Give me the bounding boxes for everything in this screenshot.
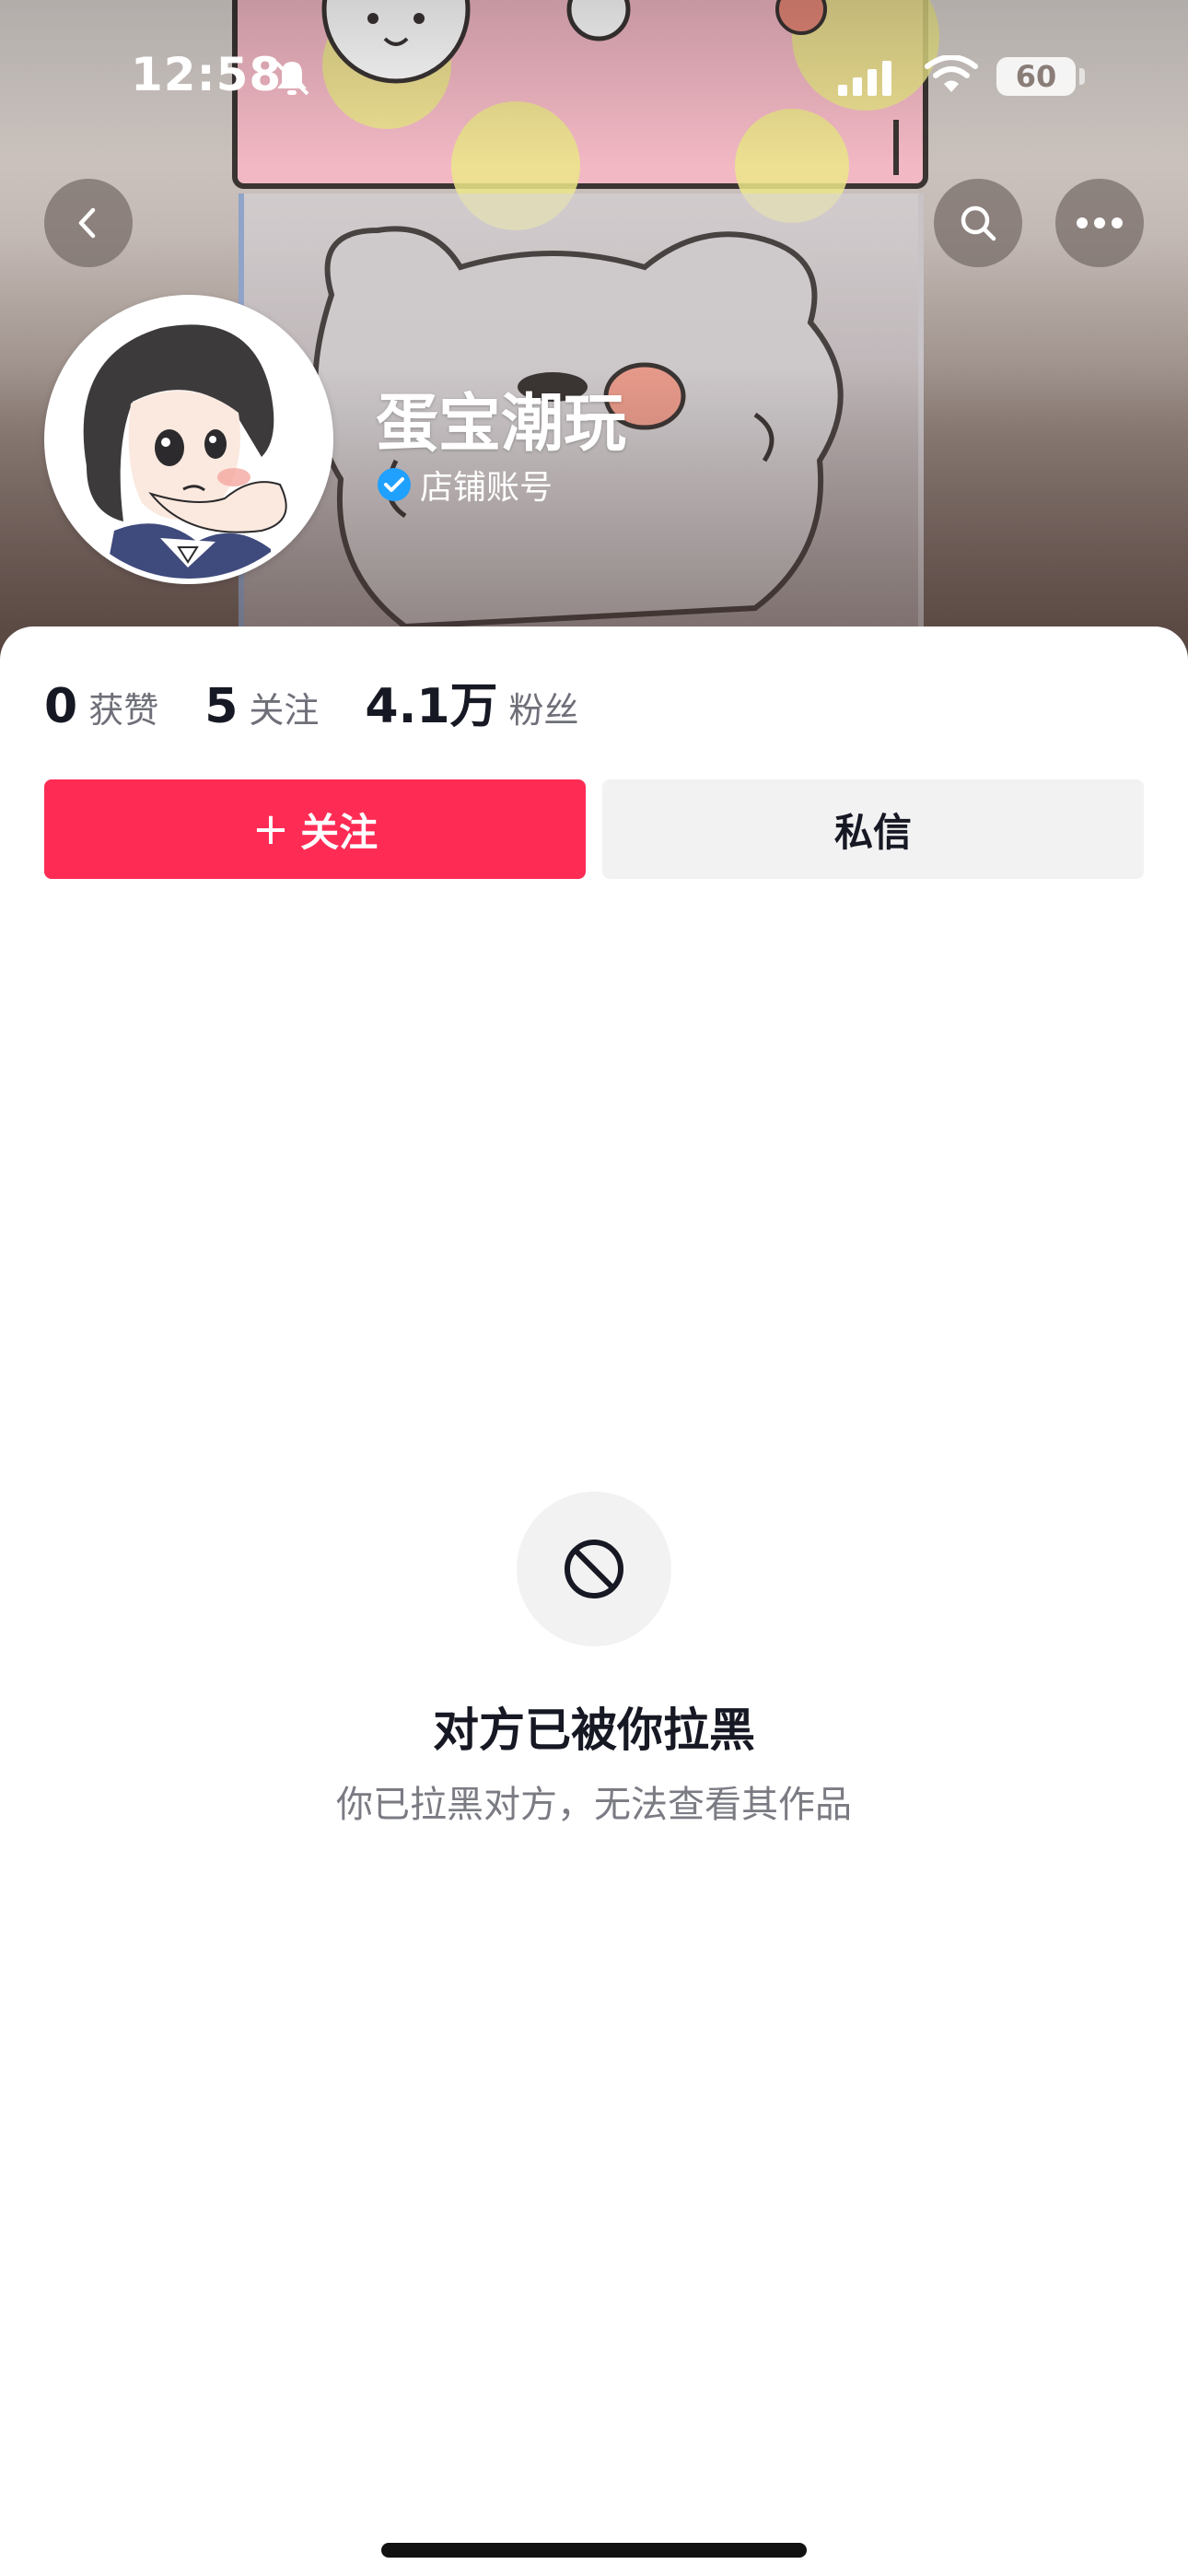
stat-followers[interactable]: 4.1万 粉丝 [365, 667, 578, 736]
block-icon [565, 1540, 623, 1598]
profile-content-panel: 0 获赞 5 关注 4.1万 粉丝 + 关注 私信 对方已被你拉黑 你已拉黑对方… [0, 626, 1188, 2576]
battery-icon: 60 [996, 57, 1076, 96]
account-type-label: 店铺账号 [420, 469, 553, 507]
stat-following-value: 5 [204, 679, 239, 734]
stat-followers-label: 粉丝 [508, 690, 579, 731]
avatar-illustration [50, 300, 328, 579]
stat-likes-value: 0 [44, 679, 78, 734]
stat-likes[interactable]: 0 获赞 [44, 679, 158, 734]
battery-tip [1079, 68, 1085, 85]
wifi-icon [925, 55, 978, 92]
status-bar: 12:58 60 [0, 0, 1188, 157]
blocked-title: 对方已被你拉黑 [433, 1704, 755, 1757]
chevron-left-icon [78, 207, 96, 239]
stat-followers-value: 4.1万 [365, 679, 498, 734]
blocked-description: 你已拉黑对方，无法查看其作品 [336, 1784, 852, 1826]
avatar[interactable] [44, 295, 333, 584]
status-time: 12:58 [131, 48, 283, 101]
profile-screen: 12:58 60 蛋宝潮玩 店铺账号 0 获赞 5 关注 4.1万 粉丝 + 关… [0, 0, 1188, 2576]
stat-following[interactable]: 5 关注 [204, 679, 319, 734]
signal-icon [838, 61, 891, 96]
plus-icon: + [251, 803, 290, 855]
stat-following-label: 关注 [249, 690, 320, 731]
search-button[interactable] [934, 179, 1022, 267]
home-indicator[interactable] [381, 2543, 807, 2558]
message-button-label: 私信 [833, 809, 912, 855]
stat-likes-label: 获赞 [88, 690, 159, 731]
profile-name: 蛋宝潮玩 [376, 388, 627, 461]
back-button[interactable] [44, 179, 133, 267]
battery-level: 60 [1015, 59, 1057, 94]
verified-check-icon [378, 468, 411, 501]
search-icon [961, 205, 996, 241]
verified-badge: 店铺账号 [376, 461, 553, 509]
profile-stats: 0 获赞 5 关注 4.1万 粉丝 [44, 667, 625, 736]
follow-button[interactable]: + 关注 [44, 779, 586, 879]
more-button[interactable] [1055, 179, 1144, 267]
message-button[interactable]: 私信 [602, 779, 1144, 879]
more-dots-icon [1077, 217, 1123, 228]
follow-button-label: 关注 [300, 809, 379, 855]
bell-off-icon [274, 61, 309, 96]
blocked-indicator [517, 1492, 671, 1646]
